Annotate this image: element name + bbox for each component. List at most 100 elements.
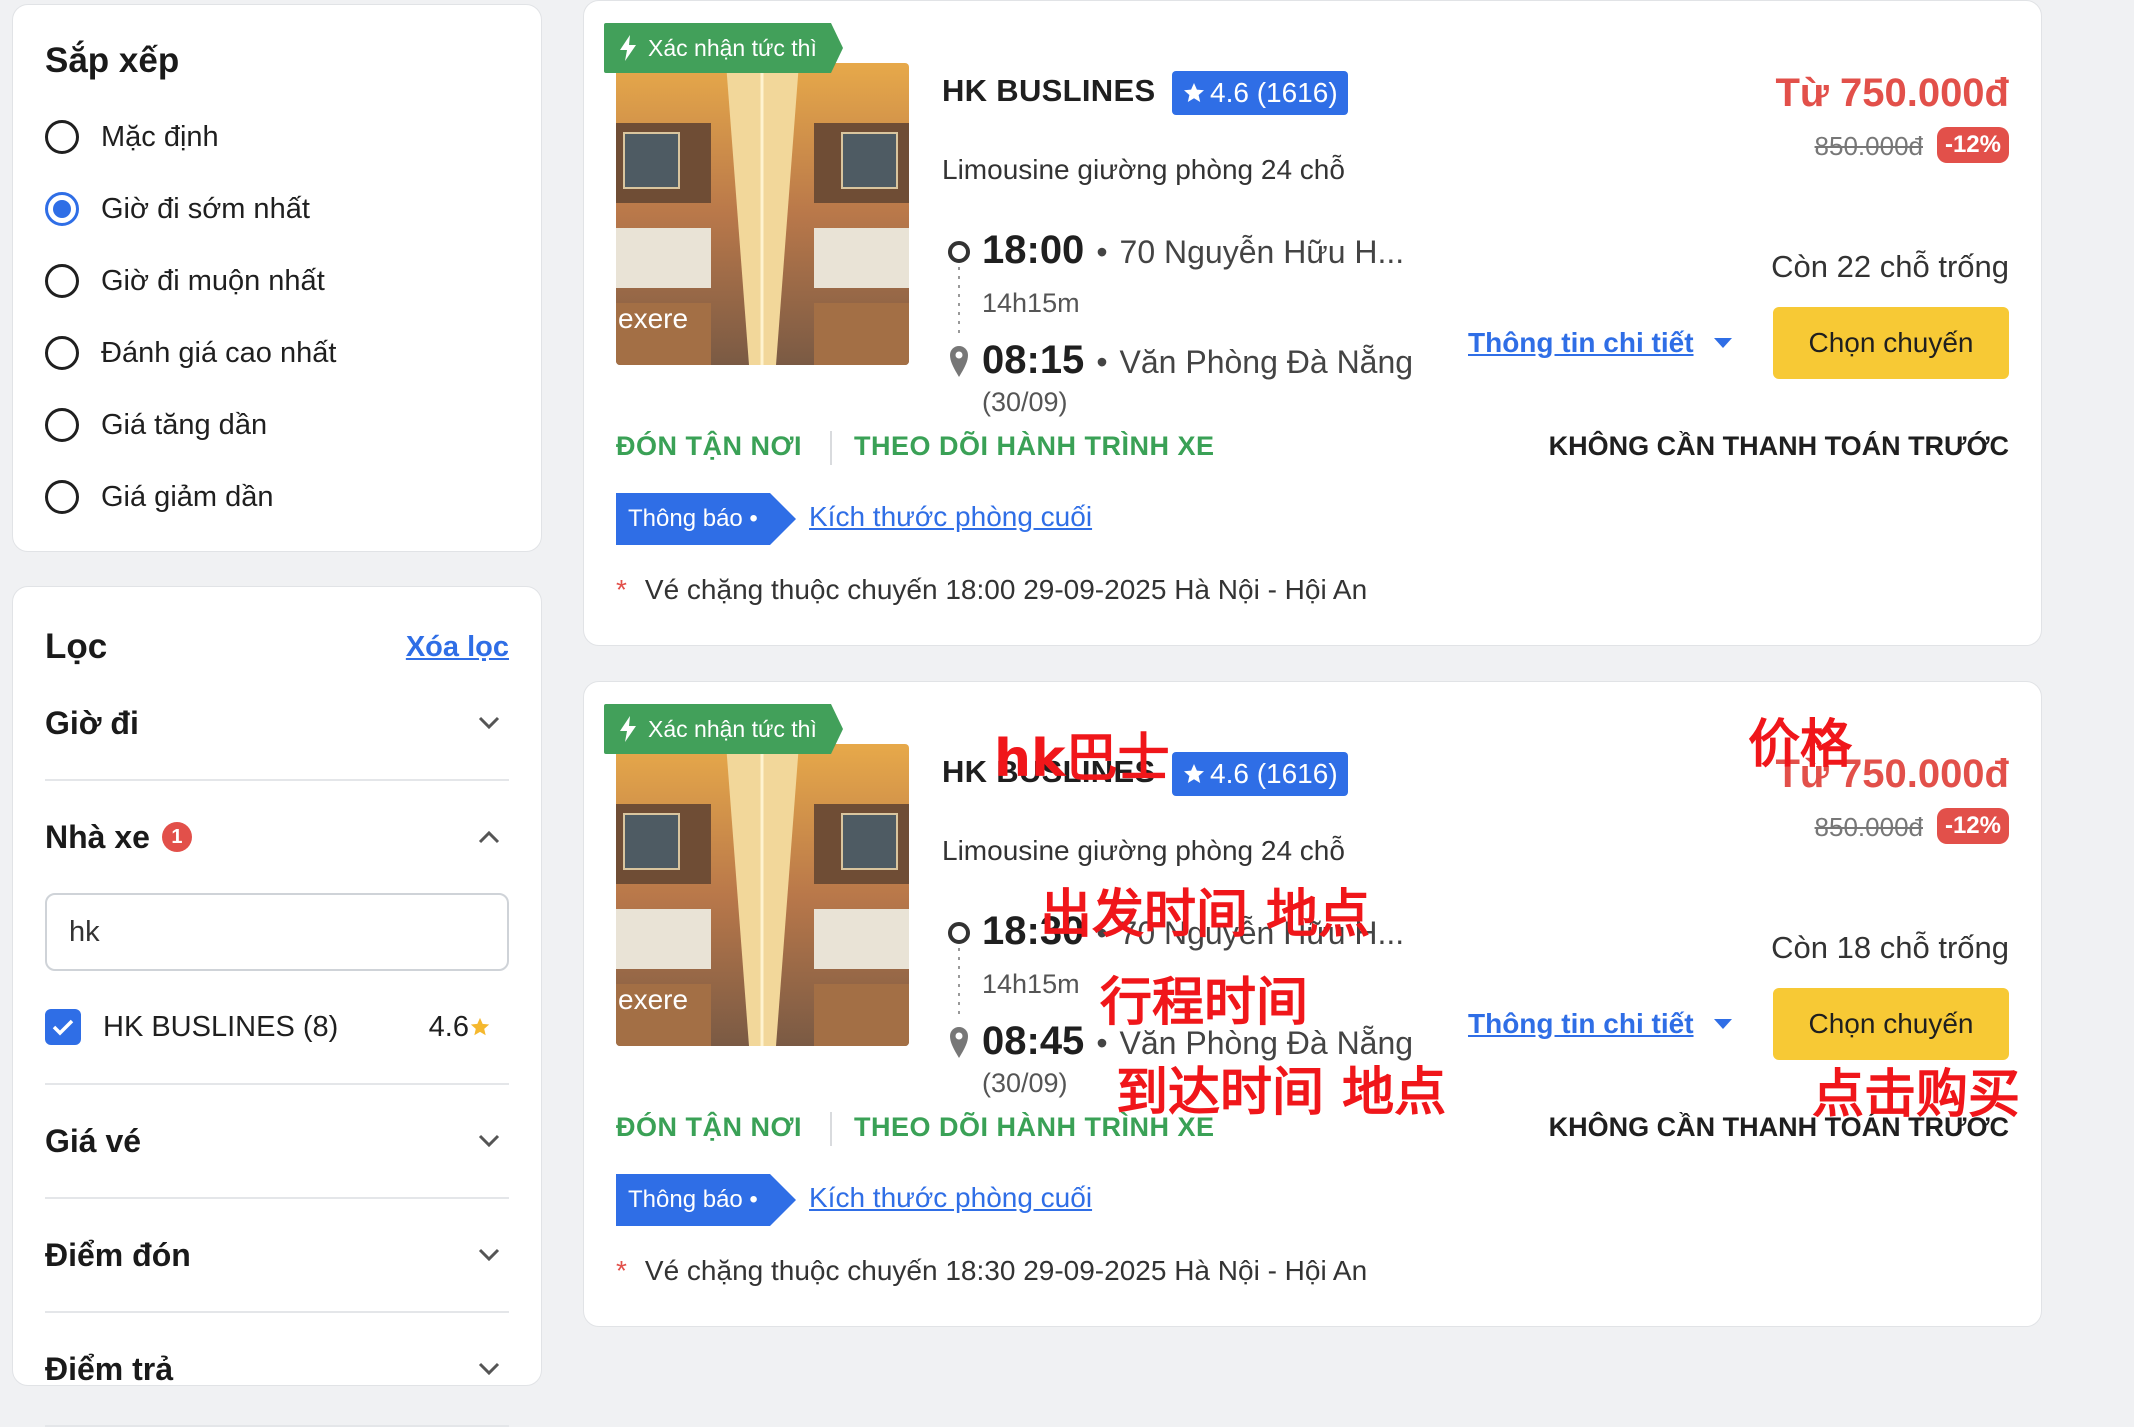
checkbox-checked[interactable] bbox=[45, 1009, 81, 1045]
chevron-up-icon[interactable] bbox=[469, 817, 509, 857]
photo-watermark: exere bbox=[618, 303, 689, 334]
sort-option[interactable]: Giá giảm dần bbox=[45, 461, 541, 533]
trip-detail-link[interactable]: Thông tin chi tiết bbox=[1468, 1008, 1734, 1040]
notice-tag: Thông báo • bbox=[616, 493, 796, 545]
seats-left: Còn 22 chỗ trống bbox=[1771, 249, 2009, 284]
feature-divider bbox=[830, 431, 832, 465]
notice-link[interactable]: Kích thước phòng cuối bbox=[809, 1182, 1092, 1214]
photo-watermark: exere bbox=[618, 984, 689, 1015]
radio-unselected[interactable] bbox=[45, 480, 79, 514]
sort-option-label: Giá tăng dần bbox=[101, 408, 268, 441]
filter-title: Lọc bbox=[45, 627, 108, 666]
sort-option[interactable]: Giờ đi sớm nhất bbox=[45, 173, 541, 245]
arrive-date: (30/09) bbox=[982, 387, 1068, 417]
radio-unselected[interactable] bbox=[45, 120, 79, 154]
no-prepay-note: KHÔNG CẦN THANH TOÁN TRƯỚC bbox=[1548, 431, 2009, 461]
sort-option[interactable]: Giá tăng dần bbox=[45, 389, 541, 461]
instant-tag-label: Xác nhận tức thì bbox=[648, 34, 817, 61]
sort-option-label: Mặc định bbox=[101, 120, 219, 153]
radio-unselected[interactable] bbox=[45, 408, 79, 442]
trip-duration: 14h15m bbox=[982, 969, 1080, 999]
check-icon bbox=[52, 1019, 74, 1036]
star-icon bbox=[1184, 764, 1204, 783]
detail-label: Thông tin chi tiết bbox=[1468, 1008, 1694, 1039]
annotation-price: 价格 bbox=[1748, 715, 1853, 775]
route-timeline-icon bbox=[948, 922, 970, 1058]
discount-badge: -12% bbox=[1936, 127, 2009, 163]
arrive-time: 08:45 bbox=[982, 1019, 1085, 1063]
radio-unselected[interactable] bbox=[45, 264, 79, 298]
rating-text: 4.6 (1616) bbox=[1210, 758, 1338, 789]
caret-down-icon bbox=[1713, 1019, 1732, 1029]
operator-option-rating: 4.6 bbox=[429, 1011, 491, 1044]
filter-section-operator: Nhà xe 1 HK BUSLINES (8) 4.6 bbox=[45, 781, 509, 1085]
instant-confirm-tag: Xác nhận tức thì bbox=[604, 704, 843, 754]
arrive-place: Văn Phòng Đà Nẵng bbox=[1119, 344, 1414, 380]
rating-text: 4.6 (1616) bbox=[1210, 77, 1338, 108]
sort-title: Sắp xếp bbox=[45, 41, 180, 80]
instant-tag-label: Xác nhận tức thì bbox=[648, 715, 817, 742]
clear-filter-link[interactable]: Xóa lọc bbox=[406, 631, 509, 664]
filter-section-pickup[interactable]: Điểm đón bbox=[45, 1199, 509, 1313]
sort-option[interactable]: Mặc định bbox=[45, 101, 541, 173]
annotation-buy: 点击购买 bbox=[1812, 1065, 2021, 1125]
detail-label: Thông tin chi tiết bbox=[1468, 327, 1694, 358]
sort-option-label: Đánh giá cao nhất bbox=[101, 336, 337, 369]
sort-option-label: Giờ đi muộn nhất bbox=[101, 264, 325, 297]
filter-count-badge: 1 bbox=[161, 822, 192, 852]
lightning-icon bbox=[620, 716, 636, 742]
trip-detail-link[interactable]: Thông tin chi tiết bbox=[1468, 327, 1734, 359]
bus-type: Limousine giường phòng 24 chỗ bbox=[942, 154, 1345, 185]
lightning-icon bbox=[620, 35, 636, 61]
section-title-text: Nhà xe bbox=[45, 818, 150, 855]
chevron-down-icon[interactable] bbox=[469, 1235, 509, 1275]
filter-section-price[interactable]: Giá vé bbox=[45, 1085, 509, 1199]
sort-option-label: Giờ đi sớm nhất bbox=[101, 192, 310, 225]
chevron-down-icon[interactable] bbox=[469, 1121, 509, 1161]
feature-pickup: ĐÓN TẬN NƠI bbox=[616, 431, 803, 461]
select-trip-button[interactable]: Chọn chuyến bbox=[1773, 988, 2009, 1060]
radio-unselected[interactable] bbox=[45, 336, 79, 370]
route-timeline-icon bbox=[948, 241, 970, 377]
section-title: Giá vé bbox=[45, 1122, 142, 1159]
filter-section-depart-time[interactable]: Giờ đi bbox=[45, 667, 509, 781]
arrive-date: (30/09) bbox=[982, 1068, 1068, 1098]
filter-panel: Lọc Xóa lọc Giờ đi Nhà xe 1 HK BUSLINES … bbox=[12, 586, 542, 1427]
select-trip-button[interactable]: Chọn chuyến bbox=[1773, 307, 2009, 379]
arrival-row: 08:15 • Văn Phòng Đà Nẵng bbox=[982, 338, 1414, 382]
old-price: 850.000đ bbox=[1814, 812, 1923, 842]
notice-tag: Thông báo • bbox=[616, 1174, 796, 1226]
ticket-note-text: Vé chặng thuộc chuyến 18:00 29-09-2025 H… bbox=[644, 574, 1368, 605]
sort-option[interactable]: Đánh giá cao nhất bbox=[45, 317, 541, 389]
star-icon bbox=[1184, 83, 1204, 102]
depart-time: 18:00 bbox=[982, 228, 1085, 272]
sort-option[interactable]: Giờ đi muộn nhất bbox=[45, 245, 541, 317]
notice-link[interactable]: Kích thước phòng cuối bbox=[809, 501, 1092, 533]
operator-option[interactable]: HK BUSLINES (8) 4.6 bbox=[45, 999, 509, 1055]
section-title: Điểm trả bbox=[45, 1350, 174, 1387]
star-icon bbox=[470, 1017, 490, 1036]
asterisk: * bbox=[616, 574, 627, 605]
arrive-time: 08:15 bbox=[982, 338, 1085, 382]
feature-divider bbox=[830, 1112, 832, 1146]
ticket-note: * Vé chặng thuộc chuyến 18:00 29-09-2025 … bbox=[616, 574, 1367, 606]
radio-selected[interactable] bbox=[45, 192, 79, 226]
trip-card: exere Xác nhận tức thì HK BUSLINES 4.6 (… bbox=[583, 681, 2042, 1327]
section-title: Điểm đón bbox=[45, 1236, 191, 1273]
depart-place: 70 Nguyễn Hữu H... bbox=[1119, 234, 1405, 270]
trip-card: exere Xác nhận tức thì HK BUSLINES 4.6 (… bbox=[583, 0, 2042, 646]
annotation-operator: hk巴士 bbox=[994, 729, 1170, 789]
asterisk: * bbox=[616, 1255, 627, 1286]
old-price: 850.000đ bbox=[1814, 131, 1923, 161]
feature-pickup: ĐÓN TẬN NƠI bbox=[616, 1112, 803, 1142]
filter-section-dropoff[interactable]: Điểm trả bbox=[45, 1313, 509, 1427]
sort-option-label: Giá giảm dần bbox=[101, 480, 274, 513]
feature-tracking: THEO DÕI HÀNH TRÌNH XE bbox=[854, 431, 1215, 461]
chevron-down-icon[interactable] bbox=[469, 703, 509, 743]
chevron-down-icon[interactable] bbox=[469, 1349, 509, 1389]
operator-name[interactable]: HK BUSLINES bbox=[942, 73, 1155, 109]
section-title: Giờ đi bbox=[45, 704, 139, 741]
operator-search-input[interactable] bbox=[45, 893, 509, 971]
price: Từ 750.000đ bbox=[1775, 71, 2009, 115]
departure-row: 18:00 • 70 Nguyễn Hữu H... bbox=[982, 228, 1405, 272]
